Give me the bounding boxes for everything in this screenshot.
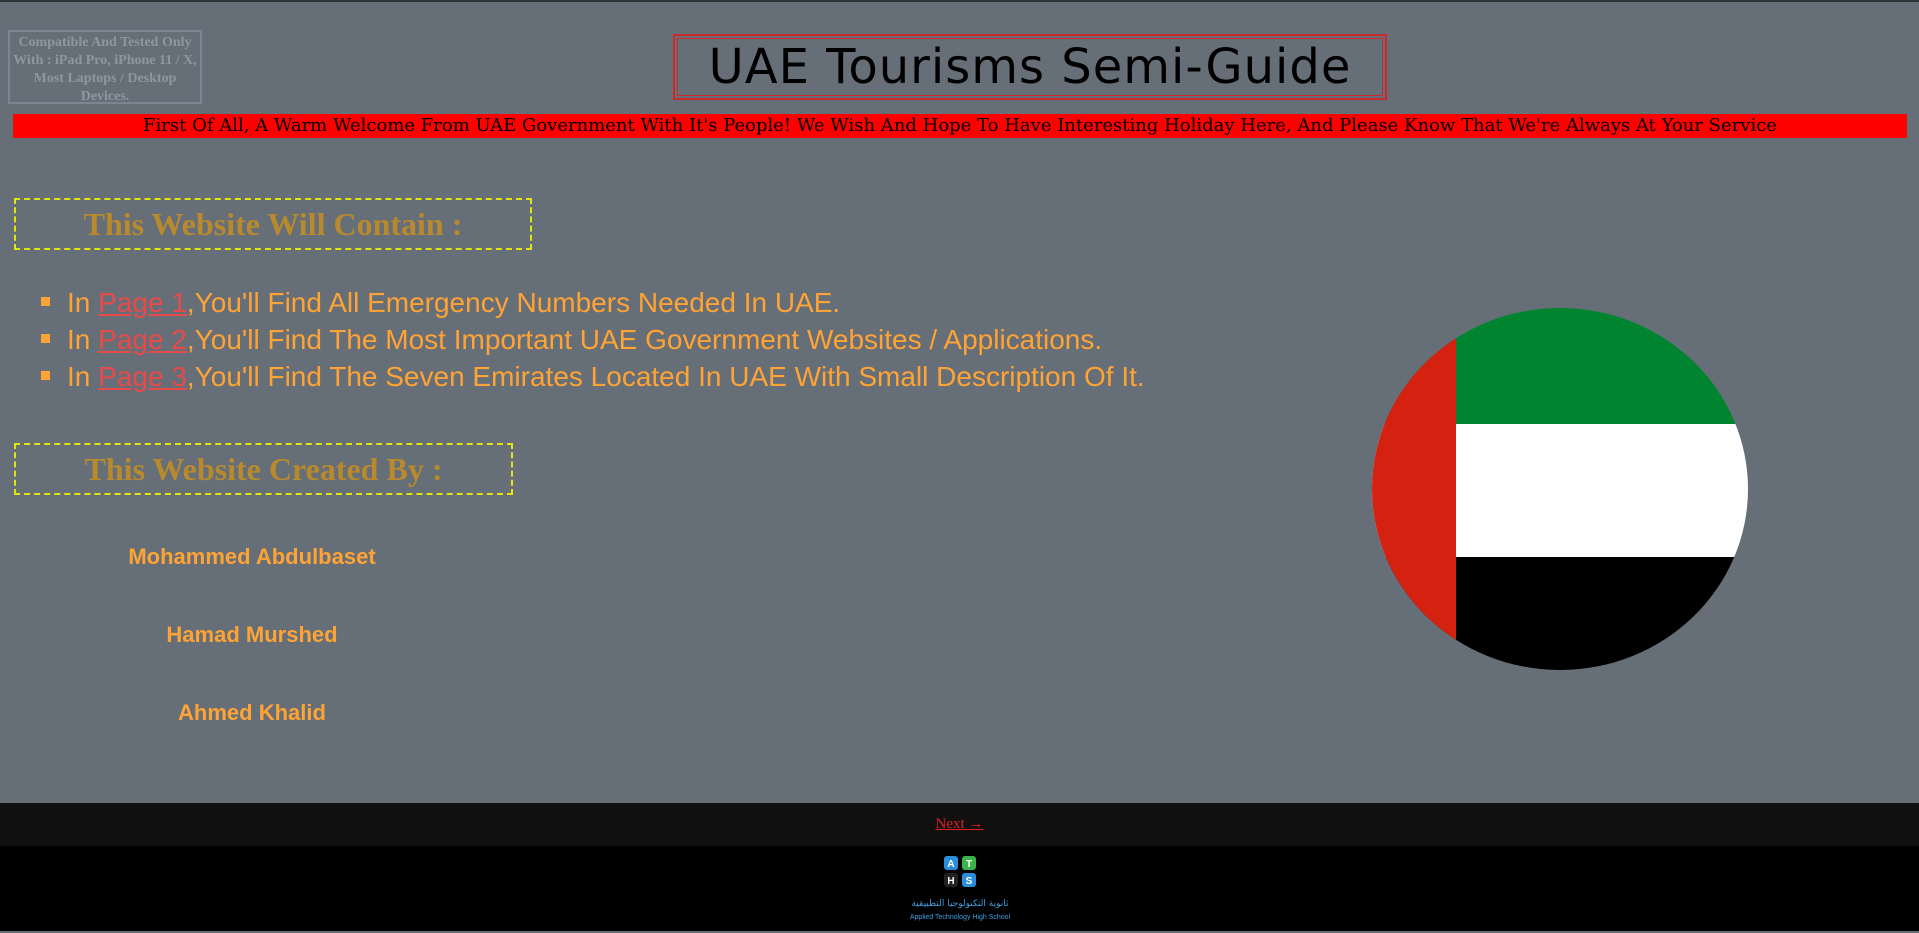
item-prefix: In [67, 324, 99, 355]
list-item: In Page 2,You'll Find The Most Important… [40, 321, 1145, 358]
logo-arabic-text: ثانوية التكنولوجيا التطبيقية [911, 899, 1009, 909]
next-page-link[interactable]: Next → [936, 816, 984, 833]
logo-letter-s: S [966, 876, 973, 887]
footer-nav: Next → [0, 803, 1919, 846]
school-logo: A T H S ثانوية التكنولوجيا التطبيقية App… [908, 852, 1012, 928]
item-text: ,You'll Find All Emergency Numbers Neede… [186, 287, 841, 318]
author-name: Mohammed Abdulbaset [128, 544, 376, 569]
contents-list: In Page 1,You'll Find All Emergency Numb… [40, 284, 1145, 395]
bullet-icon [41, 297, 50, 307]
item-text: ,You'll Find The Most Important UAE Gove… [186, 324, 1103, 355]
page-1-link[interactable]: Page 1 [98, 287, 187, 318]
top-border [0, 0, 1919, 2]
item-prefix: In [67, 287, 99, 318]
logo-english-text: Applied Technology High School [910, 914, 1011, 921]
author-name: Ahmed Khalid [178, 700, 326, 725]
page-2-link[interactable]: Page 2 [98, 324, 187, 355]
page-title: UAE Tourisms Semi-Guide [677, 38, 1383, 96]
bullet-icon [41, 371, 50, 381]
page-3-link[interactable]: Page 3 [98, 361, 187, 392]
item-prefix: In [67, 361, 99, 392]
author-name: Hamad Murshed [166, 622, 338, 647]
welcome-banner: First Of All, A Warm Welcome From UAE Go… [13, 114, 1907, 138]
list-item: In Page 1,You'll Find All Emergency Numb… [40, 284, 1145, 321]
logo-letter-t: T [966, 859, 972, 870]
bullet-icon [41, 334, 50, 344]
logo-letter-a: A [947, 859, 954, 870]
compatibility-notice: Compatible And Tested Only With : iPad P… [8, 30, 202, 104]
creators-heading: This Website Created By : [14, 443, 513, 495]
page-title-frame: UAE Tourisms Semi-Guide [673, 34, 1387, 100]
list-item: In Page 3,You'll Find The Seven Emirates… [40, 358, 1145, 395]
contents-heading: This Website Will Contain : [14, 198, 532, 250]
uae-flag-image [1372, 308, 1748, 670]
item-text: ,You'll Find The Seven Emirates Located … [186, 361, 1145, 392]
logo-letter-h: H [947, 876, 954, 887]
